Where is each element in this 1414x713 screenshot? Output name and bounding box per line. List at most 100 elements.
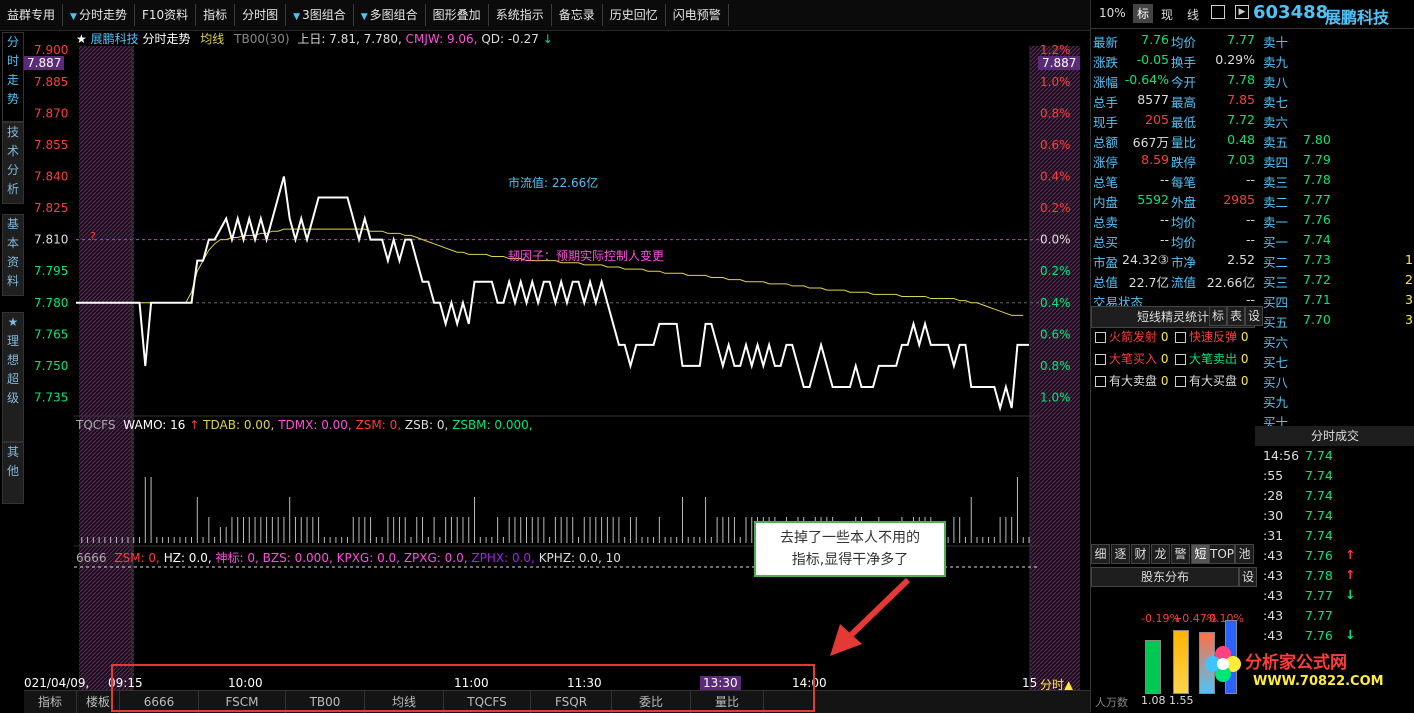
tab-xian[interactable]: 现	[1161, 6, 1173, 23]
order-price: 7.80	[1303, 132, 1331, 147]
order-book-row[interactable]: 买五 7.70 3	[1263, 310, 1414, 330]
spirit-button-1[interactable]: 表	[1227, 306, 1245, 326]
menu-item-3[interactable]: 指标	[196, 4, 236, 26]
order-book-row[interactable]: 买一 7.74	[1263, 230, 1414, 250]
signal-item[interactable]: 有大卖盘 0	[1095, 372, 1168, 389]
tab-10pct[interactable]: 10%	[1099, 6, 1126, 20]
signal-item[interactable]: 大笔卖出 0	[1175, 350, 1248, 367]
chart-mode: 分时走势	[142, 32, 191, 46]
order-book-row[interactable]: 卖六	[1263, 110, 1414, 130]
order-book-row[interactable]: 买六	[1263, 330, 1414, 350]
order-book-row[interactable]: 卖十	[1263, 30, 1414, 50]
left-tab-2[interactable]: 基本资料	[2, 214, 24, 296]
trade-row: :43 7.76 ↓	[1255, 626, 1414, 646]
window-icon[interactable]	[1211, 5, 1225, 19]
order-price: 7.70	[1303, 312, 1331, 327]
left-tab-3[interactable]: ★理想超级	[2, 312, 24, 442]
order-price: 7.77	[1303, 192, 1331, 207]
order-book-row[interactable]: 买九	[1263, 390, 1414, 410]
order-level-label: 买二	[1263, 255, 1289, 270]
mini-tab-0[interactable]: 细	[1091, 544, 1110, 564]
signal-item[interactable]: 有大买盘 0	[1175, 372, 1248, 389]
menu-item-11[interactable]: 闪电预警	[666, 4, 729, 26]
checkbox-icon[interactable]	[1095, 376, 1106, 387]
order-book-row[interactable]: 买二 7.73 1	[1263, 250, 1414, 270]
vol-indicator-name: TQCFS	[76, 418, 116, 432]
bottom-tab-0[interactable]: 指标	[24, 691, 77, 713]
spirit-button-0[interactable]: 标	[1209, 306, 1227, 326]
quote-value: --	[1159, 212, 1169, 227]
trade-time: :43	[1263, 628, 1284, 643]
checkbox-icon[interactable]	[1175, 376, 1186, 387]
order-book-row[interactable]: 卖九	[1263, 50, 1414, 70]
left-tab-0[interactable]: 分时走势	[2, 32, 24, 122]
order-level-label: 买九	[1263, 395, 1289, 410]
quote-label: 市净	[1171, 255, 1197, 270]
quote-label: 流值	[1171, 275, 1197, 290]
trade-price: 7.74	[1305, 448, 1333, 463]
y-tick-right: 1.0%	[1040, 390, 1071, 404]
order-book-row[interactable]: 卖四 7.79	[1263, 150, 1414, 170]
quote-value: --	[1245, 232, 1255, 247]
order-book-row[interactable]: 卖一 7.76	[1263, 210, 1414, 230]
menu-item-2[interactable]: F10资料	[135, 4, 197, 26]
trade-time: :43	[1263, 588, 1284, 603]
order-book-row[interactable]: 买七	[1263, 350, 1414, 370]
menu-item-0[interactable]: 益群专用	[0, 4, 64, 26]
order-book-row[interactable]: 卖三 7.78	[1263, 170, 1414, 190]
checkbox-icon[interactable]	[1095, 354, 1106, 365]
signal-item[interactable]: 快速反弹 0	[1175, 328, 1248, 345]
order-book-row[interactable]: 卖二 7.77	[1263, 190, 1414, 210]
checkbox-icon[interactable]	[1095, 332, 1106, 343]
holder-distribution-button[interactable]: 股东分布	[1091, 567, 1239, 587]
y-axis-left: 7.9007.8857.8707.8557.8407.8257.8107.795…	[34, 43, 68, 404]
mini-tab-1[interactable]: 逐	[1111, 544, 1130, 564]
mini-tab-5[interactable]: 短	[1191, 544, 1210, 564]
mini-tab-6[interactable]: TOP	[1209, 544, 1235, 564]
menu-item-6[interactable]: ▼ 多图组合	[354, 4, 426, 26]
trade-price: 7.77	[1305, 588, 1333, 603]
left-tab-1[interactable]: 技术分析	[2, 122, 24, 204]
mini-tab-4[interactable]: 警	[1171, 544, 1190, 564]
order-book-row[interactable]: 卖七	[1263, 90, 1414, 110]
order-volume: 3	[1405, 292, 1413, 307]
tab-biao[interactable]: 标	[1133, 4, 1154, 23]
play-icon[interactable]: ▶	[1235, 5, 1249, 19]
order-book-row[interactable]: 卖八	[1263, 70, 1414, 90]
mini-tab-7[interactable]: 池	[1235, 544, 1254, 564]
trades-title: 分时成交	[1255, 426, 1414, 446]
order-book-row[interactable]: 买八	[1263, 370, 1414, 390]
y-tick-left: 7.765	[34, 327, 68, 341]
order-book-row[interactable]: 买四 7.71 3	[1263, 290, 1414, 310]
watermark-url: WWW.70822.COM	[1253, 674, 1384, 689]
menu-item-7[interactable]: 图形叠加	[426, 4, 489, 26]
signal-item[interactable]: 大笔买入 0	[1095, 350, 1168, 367]
quote-label: 内盘	[1093, 195, 1119, 210]
checkbox-icon[interactable]	[1175, 354, 1186, 365]
menu-item-8[interactable]: 系统指示	[489, 4, 552, 26]
signal-item[interactable]: 火箭发射 0	[1095, 328, 1168, 345]
signal-label: 大笔卖出	[1189, 352, 1238, 366]
menu-item-5[interactable]: ▼ 3图组合	[286, 4, 354, 26]
quote-value: 8.59	[1141, 152, 1169, 167]
menu-item-10[interactable]: 历史回忆	[603, 4, 666, 26]
menu-item-1[interactable]: ▼ 分时走势	[63, 4, 135, 26]
bottom-values: 1.08 1.55	[1141, 694, 1194, 707]
left-tab-4[interactable]: 其他	[2, 442, 24, 504]
signal-label: 快速反弹	[1189, 330, 1238, 344]
left-tab-strip: 分时走势 技术分析基本资料 ★理想超级 其他	[0, 32, 24, 504]
menu-item-9[interactable]: 备忘录	[552, 4, 603, 26]
menu-item-label: 益群专用	[7, 8, 56, 22]
intraday-chart[interactable]: 7.9007.8857.8707.8557.8407.8257.8107.795…	[24, 28, 1090, 690]
order-book-row[interactable]: 卖五 7.80	[1263, 130, 1414, 150]
order-book-row[interactable]: 买三 7.72 2	[1263, 270, 1414, 290]
menu-item-4[interactable]: 分时图	[235, 4, 287, 26]
spirit-button-2[interactable]: 设	[1245, 306, 1263, 326]
tab-line[interactable]: 线	[1187, 6, 1199, 23]
checkbox-icon[interactable]	[1175, 332, 1186, 343]
mini-tab-3[interactable]: 龙	[1151, 544, 1170, 564]
trade-time: :31	[1263, 528, 1284, 543]
mini-tab-2[interactable]: 财	[1131, 544, 1150, 564]
y-tick-left: 7.780	[34, 296, 68, 310]
indicator-header: 6666 ZSM: 0, HZ: 0.0, 神标: 0, BZS: 0.000,…	[76, 549, 621, 566]
